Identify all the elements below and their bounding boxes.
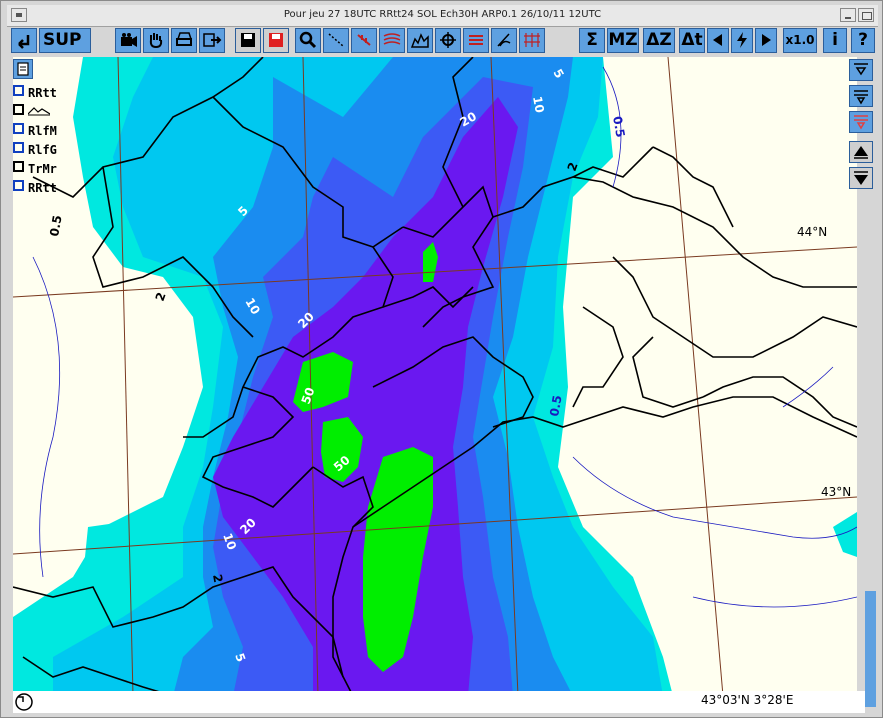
floppy-red-icon [269,33,283,47]
wind-icon [357,34,371,46]
layer-label: RlfG [28,143,57,157]
arrow-right-icon [762,34,771,46]
panel-top-button[interactable] [849,59,873,81]
layer-checkbox[interactable] [13,123,24,134]
triangle-down-icon [854,171,868,185]
next-button[interactable] [755,28,777,53]
sup-label: SUP [43,30,82,50]
panel-down-icon [854,90,868,105]
application-window: Pour jeu 27 18UTC RRtt24 SOL Ech30H ARP0… [0,0,883,718]
magnifier-icon [299,31,317,49]
terrain-icon [27,107,51,116]
profile-icon [410,33,429,48]
undo-icon [18,35,30,49]
hand-icon [149,33,163,49]
zoom-button[interactable] [295,28,321,53]
layer-label: RRtt [28,181,57,195]
mz-button[interactable]: MZ [607,28,639,53]
mz-label: MZ [608,30,638,50]
export-button[interactable] [199,28,225,53]
layer-item[interactable]: RlfG [13,142,57,157]
lat-label-44n: 44°N [797,225,827,239]
draw-button[interactable] [491,28,517,53]
sup-button[interactable]: SUP [39,28,91,53]
floppy-icon [241,33,255,47]
layer-item[interactable] [13,104,51,119]
precipitation-map-svg[interactable]: 44°N 43°N 0.5 2 5 10 20 50 0.5 2 5 10 20… [13,57,857,696]
sum-button[interactable]: Σ [579,28,605,53]
maximize-button[interactable] [858,8,874,22]
undo-button[interactable] [11,28,37,53]
layer-item[interactable]: RRtt [13,180,57,195]
grid-button[interactable] [519,28,545,53]
notes-button[interactable] [13,59,33,79]
layer-item[interactable]: TrMr [13,161,57,176]
scroll-up-button[interactable] [849,141,873,163]
delta-z-button[interactable]: ΔZ [643,28,675,53]
crosshair-button[interactable] [435,28,461,53]
sigma-label: Σ [586,30,598,50]
zoom-level-label: x1.0 [785,33,815,47]
lightning-icon [737,32,747,48]
grid-icon [524,33,540,47]
layers-icon [469,35,483,45]
scroll-down-button[interactable] [849,167,873,189]
info-button[interactable]: i [823,28,847,53]
panel-top-icon [854,63,868,76]
pen-icon [497,33,511,47]
window-title: Pour jeu 27 18UTC RRtt24 SOL Ech30H ARP0… [283,9,602,20]
title-bar: Pour jeu 27 18UTC RRtt24 SOL Ech30H ARP0… [7,5,878,27]
animate-button[interactable] [731,28,753,53]
layer-checkbox[interactable] [13,104,24,115]
printer-icon [176,32,193,46]
layer-checkbox[interactable] [13,180,24,191]
layer-label: RRtt [28,86,57,100]
lat-label-43n: 43°N [821,485,851,499]
cursor-coordinates: 43°03'N 3°28'E [701,693,794,707]
delta-t-label: Δt [681,30,703,50]
camera-button[interactable] [115,28,141,53]
info-label: i [832,30,838,50]
layer-checkbox[interactable] [13,85,24,96]
panel-red-button[interactable] [849,111,873,133]
layer-item[interactable]: RlfM [13,123,57,138]
diagonal-line-icon [328,33,344,47]
minimize-button[interactable] [840,8,856,22]
panel-red-icon [854,115,868,130]
help-label: ? [858,30,868,50]
print-button[interactable] [171,28,197,53]
layers-button[interactable] [463,28,489,53]
vertical-scrollbar[interactable] [865,591,876,707]
save-button[interactable] [235,28,261,53]
save-as-button[interactable] [263,28,289,53]
layer-checkbox[interactable] [13,161,24,172]
contour-icon [383,33,401,45]
main-toolbar: SUP Σ MZ ΔZ Δt x1.0 i ? [9,28,877,55]
layer-item[interactable]: RRtt [13,85,57,100]
pan-hand-button[interactable] [143,28,169,53]
previous-button[interactable] [707,28,729,53]
profile-tool-button[interactable] [407,28,433,53]
refresh-icon[interactable] [13,691,37,713]
delta-z-label: ΔZ [646,30,672,50]
contour-label: 10 [530,95,547,114]
panel-down-button[interactable] [849,85,873,107]
zoom-level-button[interactable]: x1.0 [783,28,817,53]
notepad-icon [17,62,29,76]
layer-checkbox[interactable] [13,142,24,153]
export-icon [203,33,222,47]
delta-t-button[interactable]: Δt [679,28,705,53]
forecast-map[interactable]: 44°N 43°N 0.5 2 5 10 20 50 0.5 2 5 10 20… [13,57,857,696]
line-tool-button[interactable] [323,28,349,53]
help-button[interactable]: ? [851,28,875,53]
layer-label: TrMr [28,162,57,176]
crosshair-icon [440,32,456,48]
triangle-up-icon [854,146,868,159]
wind-tool-button[interactable] [351,28,377,53]
arrow-left-icon [713,34,722,46]
layer-label: RlfM [28,124,57,138]
contour-tool-button[interactable] [379,28,405,53]
camera-icon [121,33,137,47]
